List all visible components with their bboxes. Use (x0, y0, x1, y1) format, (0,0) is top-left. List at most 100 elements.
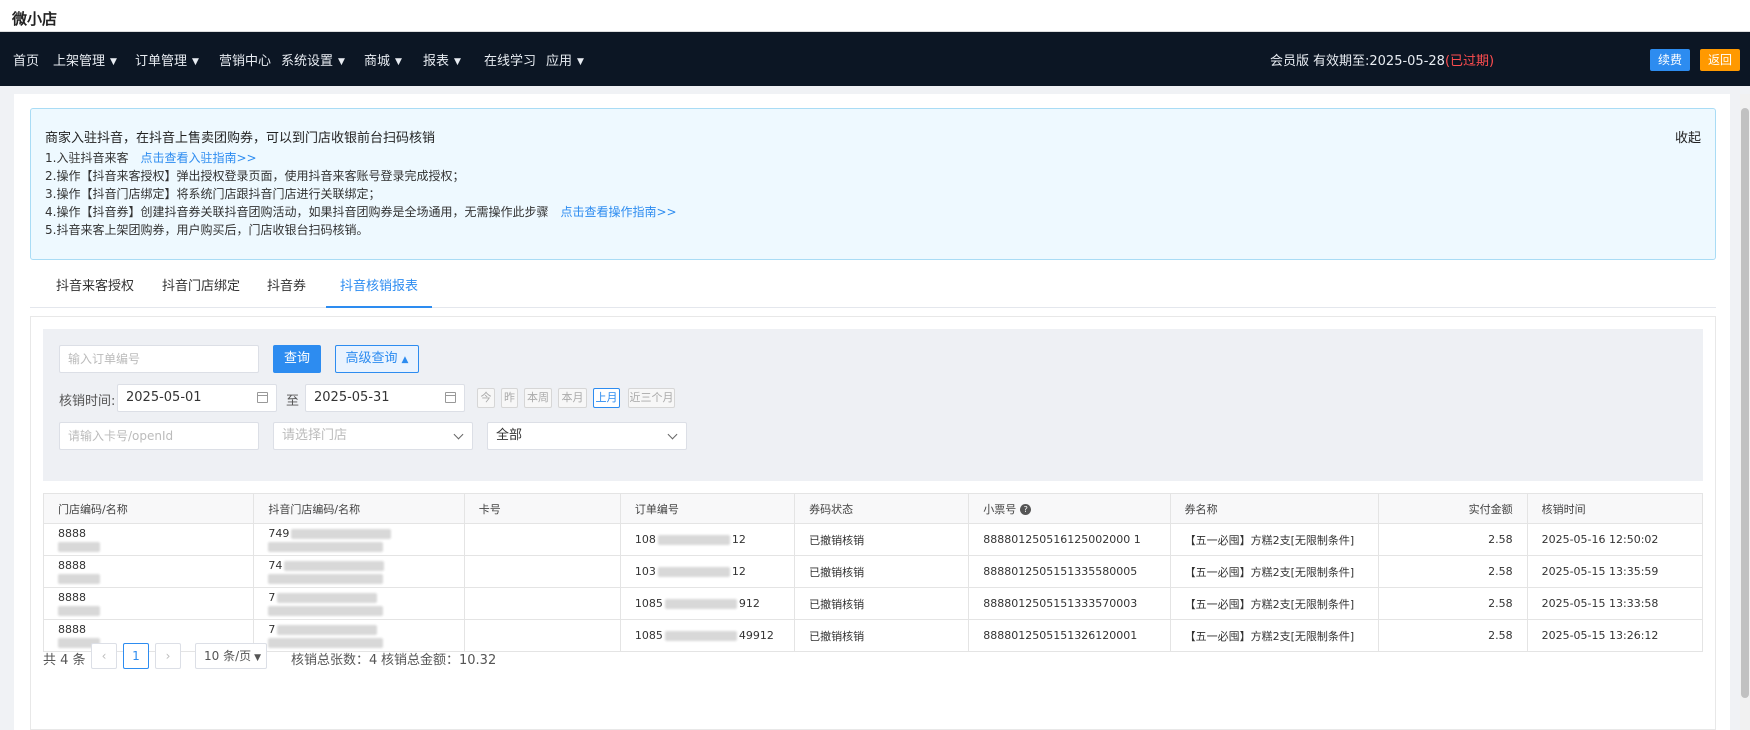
date-to-picker[interactable]: 2025-05-31 (305, 384, 465, 412)
nav-item[interactable]: 上架管理 ▼ (53, 50, 117, 69)
guide-link[interactable]: 点击查看操作指南>> (560, 205, 676, 219)
card-openid-input[interactable] (59, 422, 259, 450)
prev-page-button[interactable]: ‹ (91, 643, 117, 669)
calendar-icon (445, 392, 456, 403)
store-select[interactable]: 请选择门店 (273, 422, 473, 450)
date-to-separator: 至 (286, 394, 300, 409)
column-header: 小票号? (968, 493, 1171, 524)
page-size-select[interactable]: 10 条/页 ▼ (195, 643, 267, 669)
column-header: 券名称 (1169, 493, 1380, 524)
chevron-down-icon: ▼ (454, 57, 461, 67)
quick-date-chip[interactable]: 本月 (558, 388, 587, 408)
column-header: 抖音门店编码/名称 (253, 493, 465, 524)
table-row: 8888 74 103 12 已撤销核销 8888012505151335580005 【五… (42, 555, 1704, 588)
status-select[interactable]: 全部 (487, 422, 687, 450)
dy-store-cell: 7 (268, 623, 463, 649)
redacted-text (268, 637, 384, 648)
tab-item[interactable]: 抖音券 (253, 272, 320, 308)
table-row: 8888 7 1085 912 已撤销核销 8888012505151333570003 【… (42, 587, 1704, 620)
column-header: 核销时间 (1526, 493, 1704, 524)
table-row: 8888 7 1085 49912 已撤销核销 888801250515132612000… (42, 619, 1704, 652)
nav-item[interactable]: 在线学习 (484, 50, 536, 69)
redacted-text (657, 535, 730, 545)
app-title: 微小店 (12, 10, 58, 28)
redacted-text (277, 592, 378, 603)
quick-date-chip[interactable]: 本周 (524, 388, 552, 408)
notice-title: 商家入驻抖音，在抖音上售卖团购券，可以到门店收银前台扫码核销 (45, 131, 436, 146)
column-header: 实付金额 (1378, 493, 1528, 524)
notice-step: 4.操作【抖音券】创建抖音券关联抖音团购活动，如果抖音团购券是全场通用，无需操作… (45, 205, 677, 219)
guide-link[interactable]: 点击查看入驻指南>> (140, 151, 256, 165)
help-icon[interactable]: ? (1020, 504, 1032, 515)
advanced-query-button[interactable]: 高级查询 ▲ (335, 345, 419, 373)
nav-item[interactable]: 报表 ▼ (423, 50, 461, 69)
query-button[interactable]: 查询 (273, 345, 321, 373)
chevron-down-icon: ▼ (577, 57, 584, 67)
total-count: 共 4 条 (43, 653, 86, 668)
notice-step: 3.操作【抖音门店绑定】将系统门店跟抖音门店进行关联绑定； (45, 187, 381, 201)
chevron-down-icon: ▼ (254, 653, 262, 663)
store-cell: 8888 (58, 591, 253, 617)
chevron-down-icon (453, 429, 464, 440)
renew-button[interactable]: 续费 (1650, 49, 1690, 71)
notice-step: 2.操作【抖音来客授权】弹出授权登录页面，使用抖音来客账号登录完成授权； (45, 169, 465, 183)
redacted-text (284, 560, 385, 571)
title-bar: 微小店 (0, 0, 1750, 32)
store-cell: 8888 (58, 527, 253, 553)
nav-item[interactable]: 商城 ▼ (364, 50, 402, 69)
redacted-text (268, 573, 384, 584)
page-button[interactable]: 1 (123, 643, 149, 669)
report-card: 查询 高级查询▲ 核销时间: 2025-05-01 至 2025-05-31 今… (30, 316, 1716, 730)
nav-item[interactable]: 应用 ▼ (546, 50, 584, 69)
dy-store-cell: 749 (268, 527, 463, 553)
redacted-text (268, 605, 384, 616)
chevron-down-icon: ▼ (110, 57, 117, 67)
column-header: 门店编码/名称 (42, 493, 255, 524)
redacted-text (58, 573, 100, 584)
redacted-text (664, 599, 737, 609)
tab-item[interactable]: 抖音核销报表 (326, 272, 433, 308)
calendar-icon (257, 392, 268, 403)
main-content: 商家入驻抖音，在抖音上售卖团购券，可以到门店收银前台扫码核销 收起 1.入驻抖音… (14, 94, 1730, 730)
tab-bar: 抖音来客授权 抖音门店绑定 抖音券 抖音核销报表 (30, 272, 1716, 308)
nav-item[interactable]: 首页 (13, 50, 39, 69)
notice-step: 5.抖音来客上架团购券，用户购买后，门店收银台扫码核销。 (45, 223, 369, 237)
quick-date-chip[interactable]: 今 (477, 388, 495, 408)
order-number-input[interactable] (59, 345, 259, 373)
date-from-picker[interactable]: 2025-05-01 (117, 384, 277, 412)
next-page-button[interactable]: › (155, 643, 181, 669)
dy-store-cell: 74 (268, 559, 463, 585)
notice-panel: 商家入驻抖音，在抖音上售卖团购券，可以到门店收银前台扫码核销 收起 1.入驻抖音… (30, 108, 1716, 260)
nav-item[interactable]: 订单管理 ▼ (135, 50, 199, 69)
tab-item[interactable]: 抖音来客授权 (42, 272, 148, 308)
store-cell: 8888 (58, 559, 253, 585)
collapse-link[interactable]: 收起 (1675, 127, 1701, 146)
quick-date-chip[interactable]: 近三个月 (628, 388, 675, 408)
redacted-text (291, 528, 392, 539)
scrollbar-thumb[interactable] (1741, 108, 1749, 698)
dy-store-cell: 7 (268, 591, 463, 617)
member-edition: 会员版 (1270, 54, 1310, 69)
chevron-down-icon: ▼ (395, 57, 402, 67)
back-button[interactable]: 返回 (1700, 49, 1740, 71)
expiry-info: 有效期至:2025-05-28(已过期) (1313, 54, 1495, 69)
redacted-text (58, 541, 100, 552)
chevron-up-icon: ▲ (401, 355, 409, 365)
chevron-down-icon: ▼ (338, 57, 345, 67)
quick-date-chip[interactable]: 昨 (501, 388, 518, 408)
redacted-text (664, 631, 737, 641)
tab-item[interactable]: 抖音门店绑定 (148, 272, 254, 308)
chevron-down-icon: ▼ (192, 57, 199, 67)
nav-item[interactable]: 系统设置 ▼ (281, 50, 345, 69)
chevron-left-icon: ‹ (101, 649, 107, 663)
chevron-right-icon: › (165, 649, 171, 663)
column-header: 券码状态 (794, 493, 970, 524)
verify-time-label: 核销时间: (59, 394, 116, 409)
redacted-text (268, 541, 384, 552)
column-header: 订单编号 (619, 493, 796, 524)
total-voucher-count: 核销总张数：4 (291, 653, 378, 668)
quick-date-chip[interactable]: 上月 (593, 388, 620, 408)
nav-item[interactable]: 营销中心 (219, 50, 271, 69)
total-amount: 核销总金额：10.32 (381, 653, 497, 668)
filter-panel: 查询 高级查询▲ 核销时间: 2025-05-01 至 2025-05-31 今… (43, 329, 1703, 481)
